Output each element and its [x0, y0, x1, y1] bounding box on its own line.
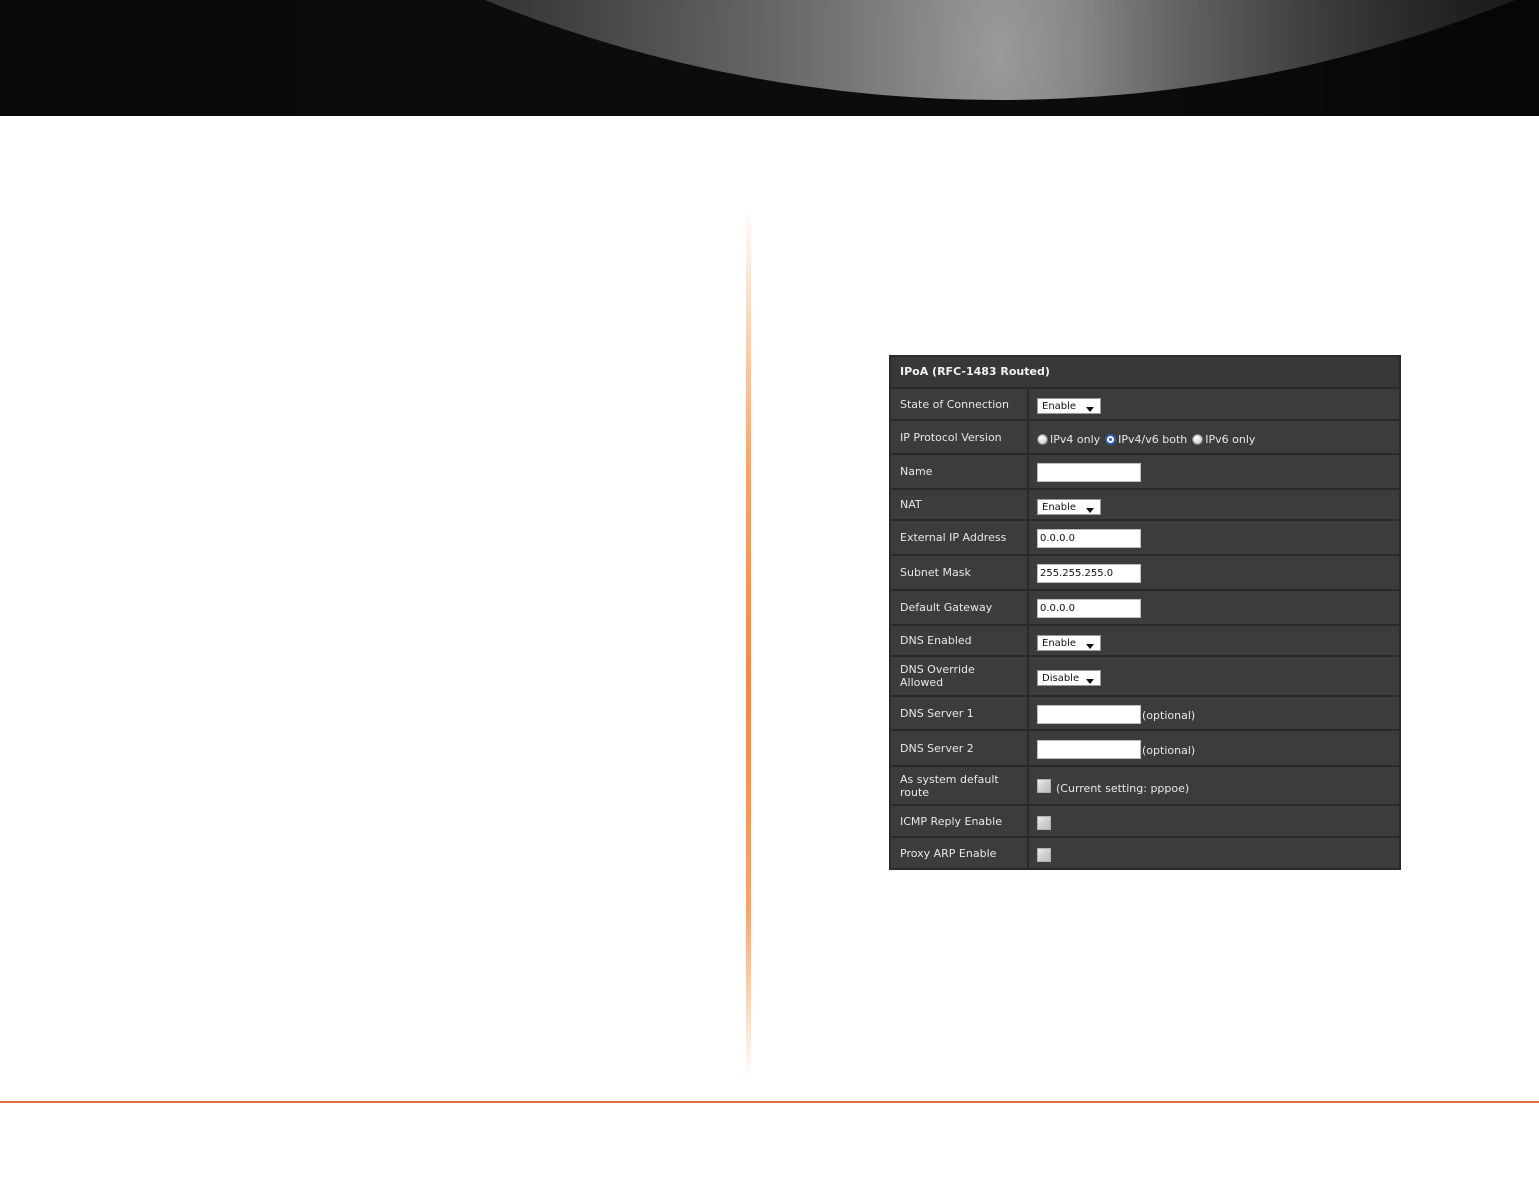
dns-enabled-select[interactable]: Enable [1037, 634, 1101, 651]
value-dns-override: Disable [1029, 657, 1399, 695]
label-icmp-reply: ICMP Reply Enable [891, 806, 1029, 836]
row-state-of-connection: State of Connection Enable [891, 389, 1399, 421]
state-of-connection-selected: Enable [1042, 401, 1077, 412]
label-dns-override: DNS Override Allowed [891, 657, 1029, 695]
ipoa-settings-panel: IPoA (RFC-1483 Routed) State of Connecti… [889, 355, 1401, 870]
label-nat: NAT [891, 490, 1029, 519]
dns-server-2-hint: (optional) [1142, 743, 1196, 757]
value-external-ip: 0.0.0.0 [1029, 521, 1399, 554]
dns-server-2-input[interactable] [1037, 739, 1141, 759]
panel-title: IPoA (RFC-1483 Routed) [891, 357, 1399, 389]
banner-shade [0, 0, 1539, 116]
nat-selected: Enable [1042, 501, 1077, 513]
chevron-down-icon [1086, 679, 1094, 684]
value-nat: Enable [1029, 490, 1399, 519]
value-icmp-reply [1029, 806, 1399, 836]
label-state-of-connection: State of Connection [891, 389, 1029, 419]
row-name: Name [891, 455, 1399, 490]
radio-label-ipv4-v6-both: IPv4/v6 both [1118, 433, 1188, 446]
dns-server-1-hint: (optional) [1142, 708, 1196, 722]
chevron-down-icon [1086, 507, 1094, 513]
label-name: Name [891, 455, 1029, 488]
row-icmp-reply: ICMP Reply Enable [891, 806, 1399, 838]
label-dns-server-1: DNS Server 1 [891, 697, 1029, 729]
header-banner [0, 0, 1539, 116]
value-state-of-connection: Enable [1029, 389, 1399, 419]
nat-select[interactable]: Enable [1037, 498, 1101, 515]
value-name [1029, 455, 1399, 488]
dns-enabled-selected: Enable [1042, 637, 1077, 649]
row-external-ip: External IP Address 0.0.0.0 [891, 521, 1399, 556]
label-external-ip: External IP Address [891, 521, 1029, 554]
column-divider [746, 205, 751, 1080]
label-dns-override-line2: Allowed [900, 676, 944, 689]
value-proxy-arp [1029, 838, 1399, 868]
row-dns-server-1: DNS Server 1 (optional) [891, 697, 1399, 731]
row-subnet-mask: Subnet Mask 255.255.255.0 [891, 556, 1399, 591]
row-ip-protocol-version: IP Protocol Version IPv4 only IPv4/v6 bo… [891, 421, 1399, 455]
row-nat: NAT Enable [891, 490, 1399, 521]
label-dns-server-2: DNS Server 2 [891, 731, 1029, 765]
external-ip-input[interactable]: 0.0.0.0 [1037, 529, 1141, 548]
current-setting-note: (Current setting: pppoe) [1056, 782, 1190, 795]
label-system-default-route-line2: route [900, 785, 930, 799]
footer-rule [0, 1101, 1539, 1103]
value-dns-server-2: (optional) [1029, 731, 1399, 765]
row-system-default-route: As system default route (Current setting… [891, 767, 1399, 806]
row-proxy-arp: Proxy ARP Enable [891, 838, 1399, 868]
proxy-arp-checkbox[interactable] [1037, 848, 1051, 862]
label-ip-protocol-version: IP Protocol Version [891, 421, 1029, 453]
chevron-down-icon [1086, 407, 1094, 412]
radio-ipv4-v6-both[interactable] [1105, 433, 1117, 445]
value-subnet-mask: 255.255.255.0 [1029, 556, 1399, 589]
row-dns-enabled: DNS Enabled Enable [891, 626, 1399, 657]
dns-override-selected: Disable [1042, 673, 1080, 684]
chevron-down-icon [1086, 643, 1094, 649]
label-proxy-arp: Proxy ARP Enable [891, 838, 1029, 868]
label-dns-override-line1: DNS Override [900, 663, 975, 676]
value-system-default-route: (Current setting: pppoe) [1029, 767, 1399, 804]
value-ip-protocol-version: IPv4 only IPv4/v6 both IPv6 only [1029, 421, 1399, 453]
label-system-default-route: As system default route [891, 767, 1029, 804]
radio-label-ipv6-only: IPv6 only [1205, 433, 1256, 446]
value-dns-enabled: Enable [1029, 626, 1399, 655]
subnet-mask-input[interactable]: 255.255.255.0 [1037, 564, 1141, 583]
state-of-connection-select[interactable]: Enable [1037, 398, 1101, 414]
name-input[interactable] [1037, 463, 1141, 482]
label-subnet-mask: Subnet Mask [891, 556, 1029, 589]
row-dns-server-2: DNS Server 2 (optional) [891, 731, 1399, 767]
radio-ipv6-only[interactable] [1192, 433, 1204, 445]
radio-ipv4-only[interactable] [1037, 433, 1048, 445]
label-default-gateway: Default Gateway [891, 591, 1029, 624]
dns-override-select[interactable]: Disable [1037, 670, 1101, 686]
row-dns-override: DNS Override Allowed Disable [891, 657, 1399, 697]
label-system-default-route-line1: As system default [900, 772, 999, 786]
dns-server-1-input[interactable] [1037, 704, 1141, 724]
system-default-route-checkbox[interactable] [1037, 778, 1051, 793]
value-default-gateway: 0.0.0.0 [1029, 591, 1399, 624]
value-dns-server-1: (optional) [1029, 697, 1399, 729]
radio-label-ipv4-only: IPv4 only [1050, 433, 1101, 446]
icmp-reply-checkbox[interactable] [1037, 816, 1051, 830]
row-default-gateway: Default Gateway 0.0.0.0 [891, 591, 1399, 626]
default-gateway-input[interactable]: 0.0.0.0 [1037, 599, 1141, 618]
label-dns-enabled: DNS Enabled [891, 626, 1029, 655]
